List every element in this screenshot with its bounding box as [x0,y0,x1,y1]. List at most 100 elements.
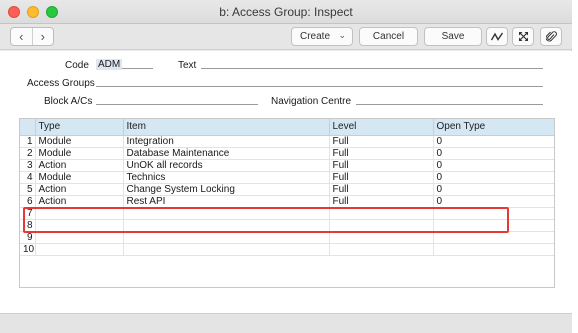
item-cell[interactable]: Database Maintenance [123,147,330,160]
table-row[interactable]: 10 [20,243,554,256]
create-button[interactable]: Create ⌄ [291,27,353,46]
code-label: Code [65,60,89,71]
open-type-cell[interactable]: 0 [433,147,554,160]
text-label: Text [178,60,197,71]
next-record-button[interactable]: › [33,28,54,45]
row-number: 6 [20,195,36,208]
access-groups-field[interactable] [96,77,543,87]
title-bar: b: Access Group: Inspect [0,0,572,24]
level-cell[interactable] [329,219,434,232]
level-cell[interactable]: Full [329,171,434,184]
item-cell[interactable] [123,219,330,232]
chevron-down-icon: ⌄ [338,30,346,40]
attachments-button[interactable] [540,27,562,46]
row-number: 1 [20,135,36,148]
level-cell[interactable] [329,243,434,256]
access-rights-table: Type Item Level Open Type 1 Module Integra… [20,119,554,256]
item-cell[interactable] [123,207,330,220]
type-cell[interactable] [35,219,124,232]
type-cell[interactable]: Action [35,159,124,172]
type-cell[interactable] [35,243,124,256]
table-row[interactable]: 4 Module Technics Full 0 [20,171,554,184]
text-field[interactable] [201,59,543,69]
block-acs-label: Block A/Cs [44,96,93,107]
table-row[interactable]: 2 Module Database Maintenance Full 0 [20,147,554,160]
record-navigation: ‹ › [10,27,54,46]
open-type-cell[interactable] [433,207,554,220]
previous-record-button[interactable]: ‹ [11,28,33,45]
item-cell[interactable] [123,231,330,244]
open-type-cell[interactable]: 0 [433,183,554,196]
row-number: 2 [20,147,36,160]
open-type-cell[interactable]: 0 [433,159,554,172]
activity-icon [491,32,503,41]
open-type-cell[interactable]: 0 [433,195,554,208]
item-cell[interactable]: Change System Locking [123,183,330,196]
type-cell[interactable]: Module [35,135,124,148]
level-cell[interactable]: Full [329,195,434,208]
level-cell[interactable] [329,207,434,220]
type-cell[interactable] [35,231,124,244]
level-cell[interactable] [329,231,434,244]
table-row[interactable]: 1 Module Integration Full 0 [20,135,554,148]
open-type-cell[interactable] [433,219,554,232]
table-header-row: Type Item Level Open Type [20,119,554,136]
save-button[interactable]: Save [424,27,482,46]
type-cell[interactable]: Module [35,171,124,184]
row-number: 7 [20,207,36,220]
status-bar [0,313,572,333]
code-value: ADM [96,59,123,70]
level-cell[interactable]: Full [329,183,434,196]
table-row[interactable]: 6 Action Rest API Full 0 [20,195,554,208]
item-column-header[interactable]: Item [123,119,330,136]
window-edge [572,0,578,333]
row-number: 9 [20,231,36,244]
row-number-header [20,119,36,136]
table-row[interactable]: 3 Action UnOK all records Full 0 [20,159,554,172]
code-field[interactable]: ADM [96,59,153,70]
chevron-right-icon: › [40,29,45,44]
type-cell[interactable]: Action [35,183,124,196]
navigation-centre-field[interactable] [356,95,543,105]
open-type-cell[interactable] [433,243,554,256]
chevron-left-icon: ‹ [19,29,24,44]
row-number: 10 [20,243,36,256]
window-title: b: Access Group: Inspect [219,5,353,19]
level-cell[interactable]: Full [329,135,434,148]
expand-button[interactable] [512,27,534,46]
inspect-window: b: Access Group: Inspect ‹ › Create ⌄ Ca… [0,0,572,333]
item-cell[interactable] [123,243,330,256]
level-cell[interactable]: Full [329,147,434,160]
open-type-column-header[interactable]: Open Type [433,119,554,136]
navigation-centre-label: Navigation Centre [271,96,352,107]
table-row[interactable]: 5 Action Change System Locking Full 0 [20,183,554,196]
toolbar: ‹ › Create ⌄ Cancel Save [0,24,572,50]
cancel-button[interactable]: Cancel [359,27,418,46]
table-row[interactable]: 7 [20,207,554,220]
type-cell[interactable]: Action [35,195,124,208]
open-type-cell[interactable]: 0 [433,135,554,148]
row-number: 4 [20,171,36,184]
row-number: 3 [20,159,36,172]
activity-button[interactable] [486,27,508,46]
item-cell[interactable]: Rest API [123,195,330,208]
table-row[interactable]: 9 [20,231,554,244]
access-rights-grid: Type Item Level Open Type 1 Module Integra… [19,118,555,288]
open-type-cell[interactable]: 0 [433,171,554,184]
type-cell[interactable]: Module [35,147,124,160]
table-row[interactable]: 8 [20,219,554,232]
row-number: 8 [20,219,36,232]
record-form: Code ADM Text Access Groups Block A/Cs N… [0,51,572,313]
level-column-header[interactable]: Level [329,119,434,136]
create-label: Create [300,31,331,42]
block-acs-field[interactable] [96,95,258,105]
type-column-header[interactable]: Type [35,119,124,136]
paperclip-icon [545,30,557,41]
access-groups-label: Access Groups [27,78,95,89]
level-cell[interactable]: Full [329,159,434,172]
type-cell[interactable] [35,207,124,220]
open-type-cell[interactable] [433,231,554,244]
item-cell[interactable]: Integration [123,135,330,148]
item-cell[interactable]: UnOK all records [123,159,330,172]
item-cell[interactable]: Technics [123,171,330,184]
